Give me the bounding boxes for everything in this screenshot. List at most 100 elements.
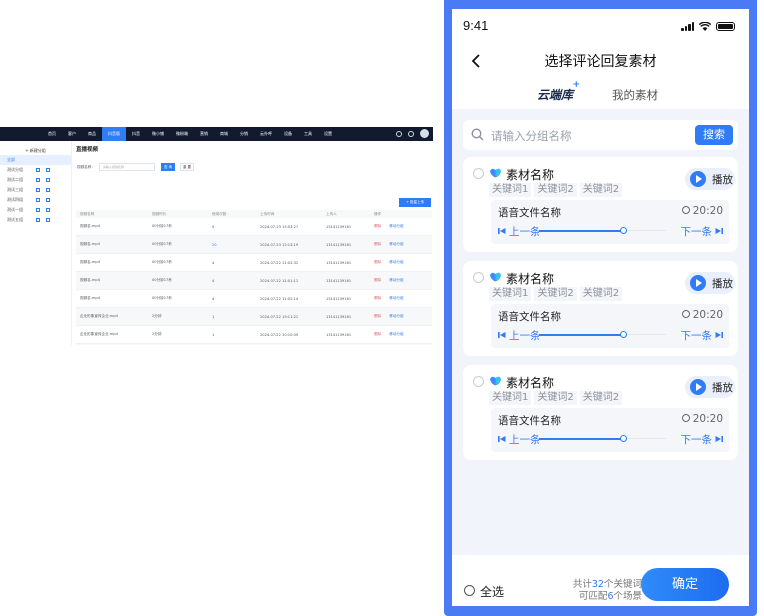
table-cell: 1 bbox=[208, 343, 256, 345]
progress-track[interactable] bbox=[539, 438, 623, 440]
material-card[interactable]: 素材名称 关键词1 关键词2 关键词2 播放 语音文件名称 20:20 上一条 下一条 bbox=[463, 157, 738, 252]
nav-item[interactable]: 微小铺 bbox=[146, 127, 170, 141]
delete-link[interactable]: 删除 bbox=[374, 260, 381, 264]
reset-button[interactable]: 重 置 bbox=[180, 163, 194, 171]
move-group-link[interactable]: 移动分组 bbox=[389, 278, 403, 282]
delete-link[interactable]: 删除 bbox=[374, 314, 381, 318]
nav-item[interactable]: 分销 bbox=[234, 127, 254, 141]
query-button[interactable]: 查 询 bbox=[161, 163, 175, 171]
main-content: 直播视频 视频名称： 请输入视频名称 查 询 重 置 + 批量上传 视频名称 视频… bbox=[75, 141, 433, 345]
delete-icon[interactable] bbox=[36, 198, 40, 202]
match-summary: 共计32个关键词 可匹配6个场景 bbox=[573, 579, 642, 603]
progress-knob[interactable] bbox=[620, 227, 627, 234]
search-button[interactable]: 搜索 bbox=[695, 125, 733, 145]
nav-item[interactable]: 营销 bbox=[194, 127, 214, 141]
delete-icon[interactable] bbox=[36, 188, 40, 192]
select-all-radio[interactable] bbox=[464, 585, 475, 596]
nav-item[interactable]: 微粉端 bbox=[170, 127, 194, 141]
delete-icon[interactable] bbox=[36, 208, 40, 212]
phone-screen: 9:41 选择评论回复素材 云端库 + 我的素材 请输入分组名称 搜索 素材名称… bbox=[452, 9, 749, 606]
bell-icon[interactable] bbox=[408, 130, 414, 137]
edit-icon[interactable] bbox=[46, 198, 50, 202]
table-cell: 1 bbox=[208, 307, 256, 326]
play-button[interactable]: 播放 bbox=[685, 376, 735, 398]
sidebar-group-label: 测试三组 bbox=[7, 187, 23, 192]
avatar[interactable] bbox=[420, 129, 429, 138]
delete-link[interactable]: 删除 bbox=[374, 296, 381, 300]
nav-item[interactable]: 工具 bbox=[298, 127, 318, 141]
search-icon[interactable] bbox=[396, 130, 402, 137]
sidebar-group-item[interactable]: 测试二组 bbox=[0, 175, 71, 185]
nav-item[interactable]: 抖音版 bbox=[102, 127, 126, 141]
nav-item[interactable]: 客户 bbox=[62, 127, 82, 141]
next-label: 下一条 bbox=[680, 330, 713, 342]
progress-track[interactable] bbox=[539, 334, 623, 336]
delete-link[interactable]: 删除 bbox=[374, 242, 381, 246]
move-group-link[interactable]: 移动分组 bbox=[389, 296, 403, 300]
edit-icon[interactable] bbox=[46, 168, 50, 172]
confirm-button[interactable]: 确定 bbox=[641, 568, 729, 601]
nav-item[interactable]: 商城 bbox=[214, 127, 234, 141]
move-group-link[interactable]: 移动分组 bbox=[389, 260, 403, 264]
skip-forward-icon bbox=[715, 436, 723, 442]
nav-item[interactable]: 首页 bbox=[42, 127, 62, 141]
tab-my-materials[interactable]: 我的素材 bbox=[612, 87, 658, 103]
edit-icon[interactable] bbox=[46, 208, 50, 212]
next-button[interactable]: 下一条 bbox=[681, 224, 723, 239]
sidebar-group-item[interactable]: 测试五组 bbox=[0, 215, 71, 225]
delete-link[interactable]: 删除 bbox=[374, 224, 381, 228]
keyword-count: 32 bbox=[591, 579, 604, 590]
material-card[interactable]: 素材名称 关键词1 关键词2 关键词2 播放 语音文件名称 20:20 上一条 下一条 bbox=[463, 261, 738, 356]
column-header: 操作 bbox=[370, 210, 432, 218]
sidebar-group-item[interactable]: 全部 bbox=[0, 155, 71, 165]
search-input[interactable]: 请输入分组名称 bbox=[491, 128, 572, 144]
move-group-link[interactable]: 移动分组 bbox=[389, 242, 403, 246]
delete-icon[interactable] bbox=[36, 178, 40, 182]
select-radio[interactable] bbox=[473, 272, 484, 283]
sidebar-group-item[interactable]: 测试四组 bbox=[0, 195, 71, 205]
next-button[interactable]: 下一条 bbox=[681, 432, 723, 447]
batch-upload-button[interactable]: + 批量上传 bbox=[399, 198, 431, 207]
table-cell: 2024-07-22 10:10:09 bbox=[256, 325, 322, 344]
sidebar-group-item[interactable]: 测试三组 bbox=[0, 185, 71, 195]
sidebar-group-item[interactable]: 测试一组 bbox=[0, 205, 71, 215]
play-button[interactable]: 播放 bbox=[685, 168, 735, 190]
play-button[interactable]: 播放 bbox=[685, 272, 735, 294]
nav-item[interactable]: 设置 bbox=[318, 127, 338, 141]
desktop-screenshot: 首页 客户 商品 抖音版 抖音 微小铺 微粉端 营销 商城 分销 云外呼 设备 工具 设置 + 新建分组 … bbox=[0, 127, 433, 345]
nav-item[interactable]: 抖音 bbox=[126, 127, 146, 141]
delete-link[interactable]: 删除 bbox=[374, 278, 381, 282]
new-group-button[interactable]: + 新建分组 bbox=[0, 147, 71, 155]
material-card[interactable]: 素材名称 关键词1 关键词2 关键词2 播放 语音文件名称 20:20 上一条 下一条 bbox=[463, 365, 738, 460]
sidebar-group-label: 测试分组 bbox=[7, 167, 23, 172]
edit-icon[interactable] bbox=[46, 188, 50, 192]
move-group-link[interactable]: 移动分组 bbox=[389, 314, 403, 318]
select-radio[interactable] bbox=[473, 376, 484, 387]
move-group-link[interactable]: 移动分组 bbox=[389, 224, 403, 228]
prev-button[interactable]: 上一条 bbox=[498, 224, 541, 239]
next-button[interactable]: 下一条 bbox=[680, 328, 723, 343]
table-row: 视频名.mp4 00分钟17秒 20 2024-07-23 12:13:19 13141… bbox=[76, 235, 432, 254]
progress-track[interactable] bbox=[539, 230, 623, 232]
tab-cloud-library[interactable]: 云端库 + bbox=[537, 80, 580, 103]
delete-link[interactable]: 删除 bbox=[374, 332, 381, 336]
edit-icon[interactable] bbox=[46, 178, 50, 182]
table-cell: 00分钟17秒 bbox=[148, 253, 208, 272]
nav-item[interactable]: 云外呼 bbox=[254, 127, 278, 141]
select-radio[interactable] bbox=[473, 168, 484, 179]
table-cell: 2024-07-22 10:10:00 bbox=[256, 343, 322, 345]
delete-icon[interactable] bbox=[36, 168, 40, 172]
nav-item[interactable]: 设备 bbox=[278, 127, 298, 141]
edit-icon[interactable] bbox=[46, 218, 50, 222]
video-name-input[interactable]: 请输入视频名称 bbox=[99, 163, 155, 171]
move-group-link[interactable]: 移动分组 bbox=[389, 332, 403, 336]
delete-icon[interactable] bbox=[36, 218, 40, 222]
progress-knob[interactable] bbox=[620, 331, 627, 338]
nav-item[interactable]: 商品 bbox=[82, 127, 102, 141]
prev-button[interactable]: 上一条 bbox=[498, 328, 541, 343]
progress-knob[interactable] bbox=[620, 435, 627, 442]
select-all-label[interactable]: 全选 bbox=[480, 583, 504, 600]
table-cell: 视频名.mp4 bbox=[76, 218, 148, 236]
sidebar-group-item[interactable]: 测试分组 bbox=[0, 165, 71, 175]
prev-button[interactable]: 上一条 bbox=[498, 432, 541, 447]
